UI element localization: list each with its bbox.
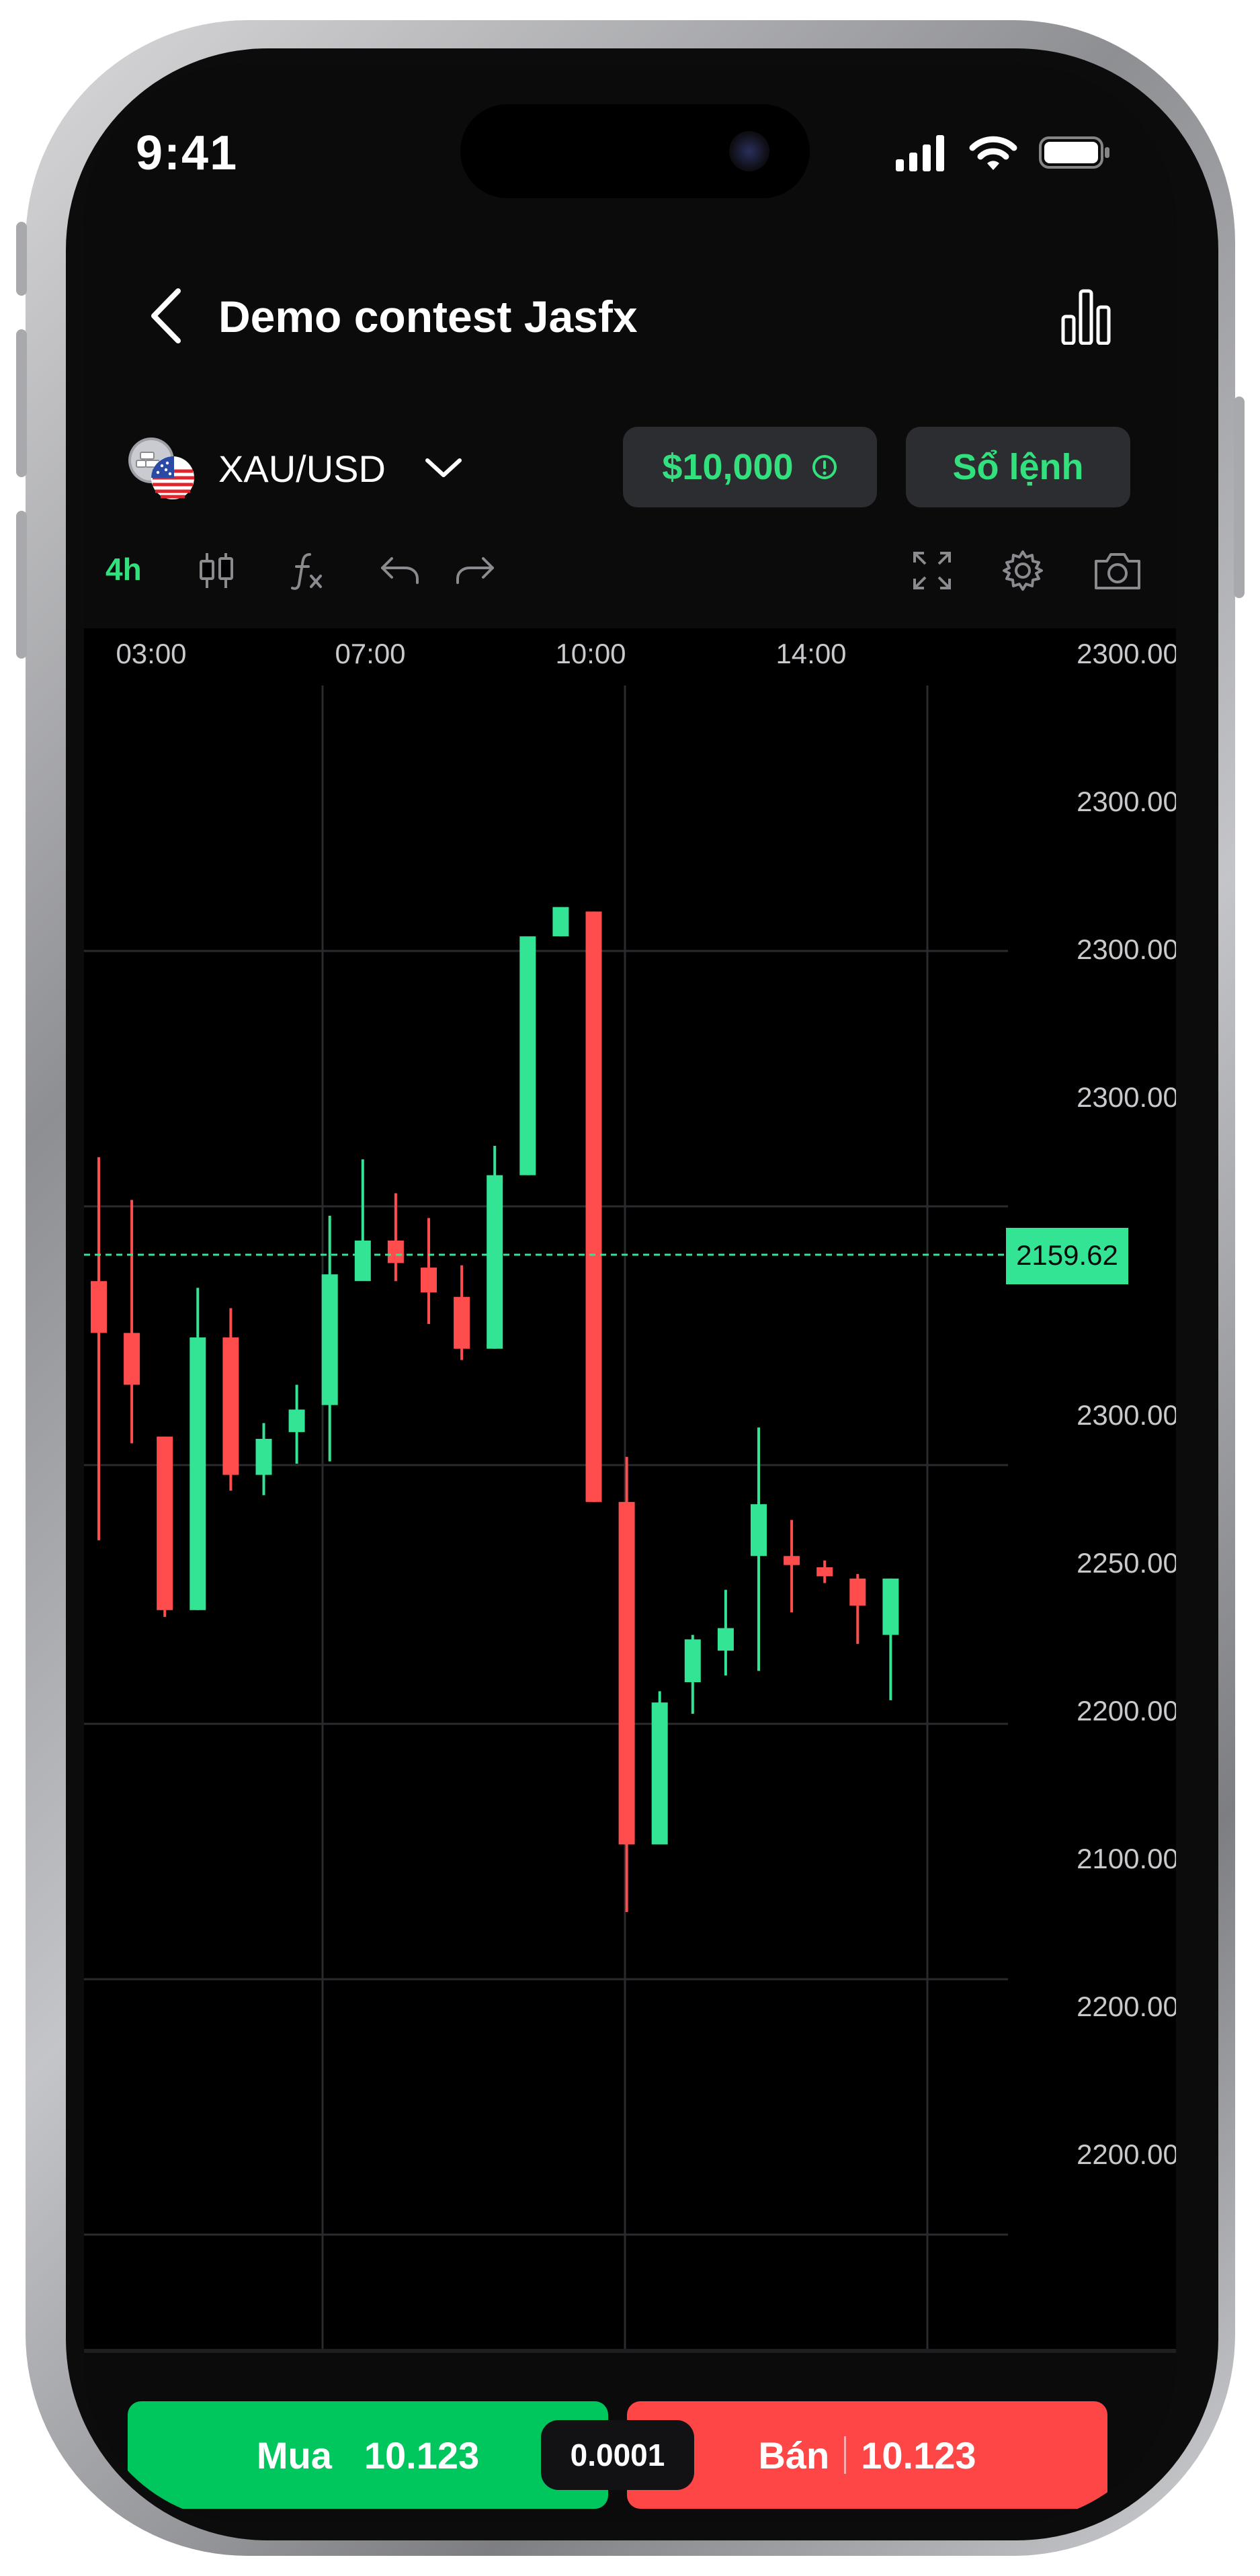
sell-label: Bán — [758, 2434, 830, 2477]
candle-body — [651, 1702, 668, 1845]
sell-divider — [844, 2436, 847, 2474]
candlestick-type-icon[interactable] — [195, 549, 238, 592]
camera-icon[interactable] — [1092, 549, 1143, 592]
candle-body — [222, 1337, 239, 1475]
candle-body — [421, 1268, 437, 1292]
candle-body — [487, 1175, 503, 1349]
info-icon — [812, 455, 837, 479]
candle-body — [816, 1567, 833, 1577]
candle-body — [519, 936, 536, 1175]
candle-body — [255, 1438, 272, 1475]
balance-value: $10,000 — [662, 447, 794, 487]
candle-body — [882, 1578, 899, 1635]
y-tick-label: 2300.00 — [1077, 1399, 1176, 1431]
balance-button[interactable]: $10,000 — [623, 427, 877, 507]
timeframe-selector[interactable]: 4h — [106, 551, 142, 587]
candle-body — [321, 1274, 338, 1405]
candle-body — [157, 1436, 173, 1610]
y-tick-label: 2100.00 — [1077, 1843, 1176, 1874]
bar-chart-icon[interactable] — [1060, 287, 1111, 345]
status-time: 9:41 — [136, 126, 239, 180]
x-tick-label: 03:00 — [116, 638, 186, 669]
y-tick-label: 2200.00 — [1077, 1695, 1176, 1727]
current-price-label: 2159.62 — [1016, 1239, 1118, 1271]
candle-body — [585, 911, 602, 1502]
status-icons — [894, 134, 1112, 171]
symbol-name: XAU/USD — [218, 448, 386, 490]
page-title: Demo contest Jasfx — [218, 292, 638, 341]
spread-badge: 0.0001 — [541, 2420, 694, 2490]
action-button — [16, 222, 27, 296]
candle-body — [124, 1333, 140, 1385]
back-chevron-icon[interactable] — [146, 286, 186, 346]
header: Demo contest Jasfx — [84, 239, 1176, 373]
volume-down-button — [16, 511, 27, 659]
candle-body — [288, 1409, 305, 1432]
gold-usd-flag-icon — [128, 438, 194, 499]
undo-icon[interactable] — [378, 549, 421, 592]
fullscreen-icon[interactable] — [911, 549, 954, 592]
chevron-down-icon — [425, 458, 462, 477]
y-tick-label: 2300.00 — [1077, 1081, 1176, 1113]
candle-body — [387, 1240, 404, 1263]
candlestick-chart[interactable]: 03:00 07:00 10:00 14:00 2300.00 2300.00 2300.0… — [84, 628, 1176, 2349]
app-content: Demo contest Jasfx XAU/USD $10,000 Sổ lệ… — [84, 239, 1176, 2522]
candle-body — [190, 1337, 206, 1610]
signal-icon — [896, 135, 944, 171]
candle-body — [454, 1296, 470, 1349]
camera-lens — [729, 131, 769, 171]
buy-price: 10.123 — [364, 2434, 480, 2477]
candle-body — [91, 1281, 107, 1333]
candle-body — [354, 1240, 371, 1282]
y-tick-label: 2200.00 — [1077, 1991, 1176, 2022]
candle-body — [849, 1578, 866, 1606]
wifi-icon — [969, 136, 1017, 170]
volume-up-button — [16, 329, 27, 477]
battery-icon — [1039, 136, 1109, 169]
trade-bar: Mua 10.123 Bán 10.123 0.0001 — [84, 2349, 1176, 2522]
y-tick-label: 2300.00 — [1077, 786, 1176, 817]
redo-icon[interactable] — [454, 549, 497, 592]
buy-button[interactable]: Mua 10.123 — [128, 2401, 608, 2509]
x-tick-label: 14:00 — [775, 638, 846, 669]
power-button — [1234, 397, 1245, 598]
y-tick-label: 2250.00 — [1077, 1547, 1176, 1579]
candle-body — [684, 1639, 701, 1683]
phone-screen: 9:41 Demo contest Jasfx XAU/USD $10,000 … — [84, 64, 1176, 2522]
symbol-row: XAU/USD $10,000 Sổ lệnh — [84, 427, 1176, 507]
x-tick-label: 07:00 — [335, 638, 405, 669]
sell-button[interactable]: Bán 10.123 — [627, 2401, 1107, 2509]
candle-body — [552, 907, 569, 937]
y-tick-label: 2300.00 — [1077, 638, 1176, 669]
buy-label: Mua — [256, 2434, 332, 2477]
price-chart[interactable]: 03:00 07:00 10:00 14:00 2300.00 2300.00 2300.0… — [84, 628, 1176, 2349]
candle-body — [751, 1504, 767, 1556]
candle-body — [717, 1628, 734, 1651]
candle-body — [618, 1501, 635, 1845]
chart-toolbar: 4h — [84, 534, 1176, 608]
candle-body — [784, 1556, 800, 1565]
settings-gear-icon[interactable] — [1001, 549, 1044, 592]
y-tick-label: 2200.00 — [1077, 2138, 1176, 2170]
x-tick-label: 10:00 — [555, 638, 626, 669]
indicator-fx-icon[interactable] — [286, 549, 329, 592]
sell-price: 10.123 — [861, 2434, 976, 2477]
y-tick-label: 2300.00 — [1077, 933, 1176, 965]
order-book-button[interactable]: Sổ lệnh — [906, 427, 1130, 507]
